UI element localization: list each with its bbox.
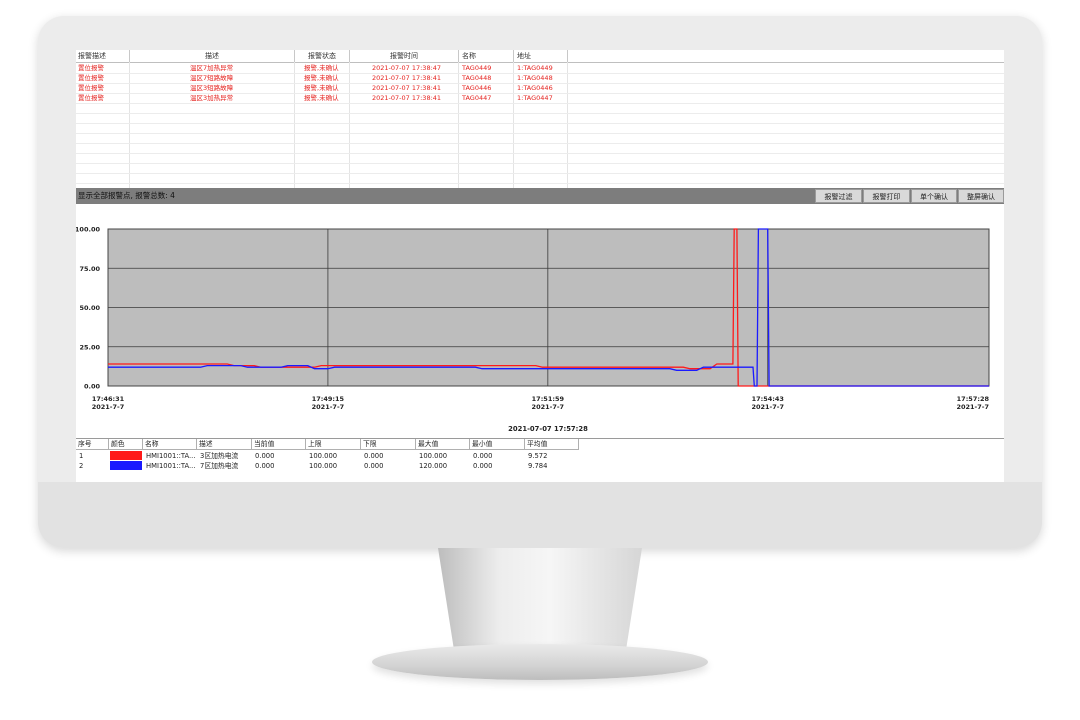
alarm-address: 1:TAG0446 [517, 84, 553, 92]
alarm-print-button[interactable]: 报警打印 [863, 189, 910, 203]
legend-current: 0.000 [255, 452, 275, 460]
alarm-type: 置位报警 [78, 84, 104, 92]
x-tick-date-label: 2021-7-7 [312, 403, 345, 411]
y-tick-label: 100.00 [76, 226, 100, 234]
alarm-status: 报警,未确认 [304, 84, 339, 92]
legend-no: 1 [79, 452, 84, 460]
y-tick-label: 0.00 [84, 383, 101, 391]
legend-name: HMI1001::TA... [146, 462, 196, 470]
alarm-status: 报警,未确认 [304, 74, 339, 82]
alarm-col-name[interactable]: 名称 [459, 50, 514, 62]
alarm-status-bar: 显示全部报警点, 报警总数: 4 报警过滤 报警打印 单个确认 整屏确认 [76, 188, 1004, 204]
legend-col-no[interactable]: 序号 [76, 439, 109, 450]
alarm-table: 报警描述 描述 报警状态 报警时间 名称 地址 置位报警 温区7加热异常 报警,… [76, 50, 1004, 188]
alarm-name: TAG0449 [462, 64, 492, 72]
legend-color-swatch [110, 461, 142, 470]
x-tick-date-label: 2021-7-7 [751, 403, 784, 411]
legend-desc: 3区加热电流 [200, 452, 239, 460]
alarm-address: 1:TAG0447 [517, 94, 553, 102]
alarm-type: 置位报警 [78, 74, 104, 82]
alarm-col-type[interactable]: 报警描述 [76, 50, 130, 62]
legend-col-desc[interactable]: 描述 [197, 439, 252, 450]
monitor-stand-neck [438, 548, 642, 652]
alarm-filter-button[interactable]: 报警过滤 [815, 189, 862, 203]
monitor-chin [38, 482, 1042, 548]
alarm-type: 置位报警 [78, 64, 104, 72]
legend-max: 100.000 [419, 452, 448, 460]
legend-col-current[interactable]: 当前值 [252, 439, 306, 450]
alarm-address: 1:TAG0449 [517, 64, 553, 72]
legend-lower: 0.000 [364, 452, 384, 460]
alarm-name: TAG0447 [462, 94, 492, 102]
alarm-table-header: 报警描述 描述 报警状态 报警时间 名称 地址 [76, 50, 1004, 63]
monitor-stand-base [372, 644, 708, 680]
alarm-status: 报警,未确认 [304, 64, 339, 72]
legend-name: HMI1001::TA... [146, 452, 196, 460]
x-tick-time-label: 17:54:43 [752, 395, 784, 403]
legend-current: 0.000 [255, 462, 275, 470]
x-tick-time-label: 17:51:59 [532, 395, 565, 403]
screen-ack-button[interactable]: 整屏确认 [958, 189, 1004, 203]
alarm-desc: 温区3短路故障 [190, 84, 234, 92]
alarm-name: TAG0446 [462, 84, 492, 92]
legend-col-min[interactable]: 最小值 [470, 439, 525, 450]
y-tick-label: 25.00 [79, 343, 100, 351]
trend-legend-table: 序号 颜色 名称 描述 当前值 上限 下限 最大值 最小值 平均值 1 HMI1… [76, 438, 1004, 482]
hmi-screen: 报警描述 描述 报警状态 报警时间 名称 地址 置位报警 温区7加热异常 报警,… [76, 50, 1004, 482]
legend-desc: 7区加热电流 [200, 462, 239, 470]
alarm-time: 2021-07-07 17:38:41 [372, 74, 442, 82]
legend-min: 0.000 [473, 462, 493, 470]
legend-upper: 100.000 [309, 452, 338, 460]
legend-col-max[interactable]: 最大值 [416, 439, 470, 450]
legend-col-color[interactable]: 颜色 [109, 439, 143, 450]
legend-avg: 9.784 [528, 462, 548, 470]
alarm-col-address[interactable]: 地址 [514, 50, 568, 62]
trend-chart-svg: 100.0075.0050.0025.000.0017:46:312021-7-… [76, 226, 990, 433]
legend-col-lower[interactable]: 下限 [361, 439, 416, 450]
legend-avg: 9.572 [528, 452, 548, 460]
alarm-name: TAG0448 [462, 74, 492, 82]
alarm-summary-text: 显示全部报警点, 报警总数: 4 [78, 191, 175, 200]
legend-col-avg[interactable]: 平均值 [525, 439, 579, 450]
alarm-desc: 温区7加热异常 [190, 64, 234, 72]
x-tick-time-label: 17:57:28 [957, 395, 990, 403]
legend-max: 120.000 [419, 462, 448, 470]
legend-color-swatch [110, 451, 142, 460]
legend-lower: 0.000 [364, 462, 384, 470]
trend-chart: 100.00 75.00 50.00 25.00 0.00 17:46:31 2021-7-… [76, 204, 1004, 440]
legend-no: 2 [79, 462, 84, 470]
y-tick-label: 75.00 [79, 265, 100, 273]
alarm-desc: 温区3加热异常 [190, 94, 234, 102]
alarm-col-status[interactable]: 报警状态 [295, 50, 350, 62]
alarm-time: 2021-07-07 17:38:47 [372, 64, 442, 72]
alarm-address: 1:TAG0448 [517, 74, 553, 82]
legend-upper: 100.000 [309, 462, 338, 470]
legend-col-upper[interactable]: 上限 [306, 439, 361, 450]
alarm-type: 置位报警 [78, 94, 104, 102]
x-tick-date-label: 2021-7-7 [92, 403, 125, 411]
x-tick-date-label: 2021-7-7 [532, 403, 565, 411]
alarm-status: 报警,未确认 [304, 94, 339, 102]
alarm-row-empty [76, 173, 1004, 184]
x-tick-date-label: 2021-7-7 [956, 403, 989, 411]
alarm-desc: 温区7短路故障 [190, 74, 234, 82]
x-tick-time-label: 17:46:31 [92, 395, 125, 403]
alarm-col-time[interactable]: 报警时间 [350, 50, 459, 62]
x-tick-time-label: 17:49:15 [312, 395, 345, 403]
y-tick-label: 50.00 [79, 304, 100, 312]
alarm-col-desc[interactable]: 描述 [130, 50, 295, 62]
alarm-time: 2021-07-07 17:38:41 [372, 94, 442, 102]
legend-col-name[interactable]: 名称 [143, 439, 197, 450]
current-time-label: 2021-07-07 17:57:28 [508, 425, 588, 433]
alarm-time: 2021-07-07 17:38:41 [372, 84, 442, 92]
legend-min: 0.000 [473, 452, 493, 460]
single-ack-button[interactable]: 单个确认 [911, 189, 957, 203]
